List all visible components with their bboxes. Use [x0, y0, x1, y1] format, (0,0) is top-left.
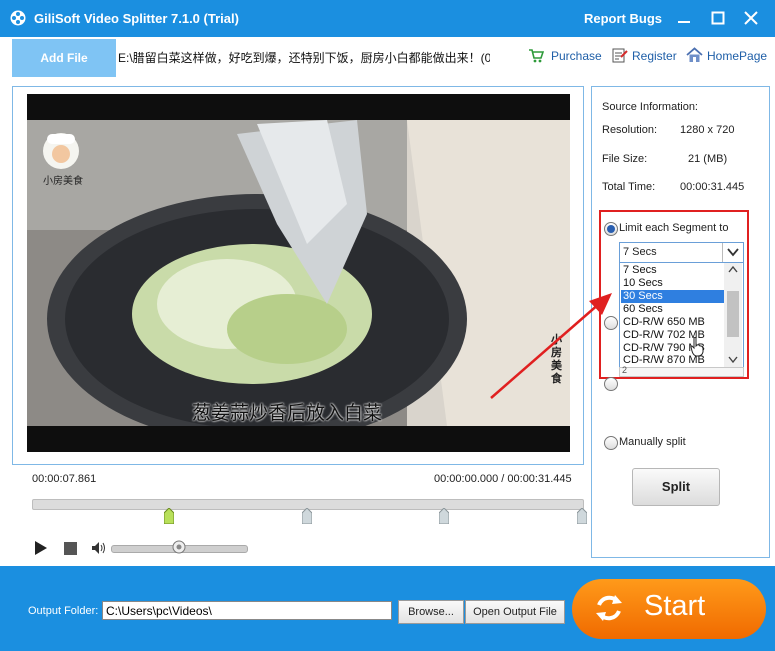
timeline-split-marker[interactable]: [439, 508, 449, 524]
purchase-link[interactable]: Purchase: [551, 49, 602, 63]
hidden-field[interactable]: 2: [619, 365, 744, 377]
title-bar: GiliSoft Video Splitter 7.1.0 (Trial) Re…: [0, 0, 775, 37]
range-time: 00:00:00.000 / 00:00:31.445: [434, 473, 572, 485]
bottom-bar: Output Folder: Browse... Open Output Fil…: [0, 566, 775, 651]
segment-options-list: 7 Secs 10 Secs 30 Secs 60 Secs CD-R/W 65…: [619, 262, 744, 368]
close-icon[interactable]: [739, 6, 763, 30]
app-title: GiliSoft Video Splitter 7.1.0 (Trial): [34, 11, 239, 26]
play-icon[interactable]: [34, 540, 48, 556]
timeline-split-marker[interactable]: [577, 508, 587, 524]
minimize-icon[interactable]: [672, 6, 696, 30]
register-icon[interactable]: [612, 48, 628, 63]
output-folder-input[interactable]: [102, 601, 392, 620]
option-cd-870[interactable]: CD-R/W 870 MB: [621, 354, 726, 366]
stop-icon[interactable]: [64, 542, 77, 555]
add-file-button[interactable]: Add File: [12, 39, 116, 77]
annotation-arrow: [490, 293, 612, 399]
option-10-secs[interactable]: 10 Secs: [621, 277, 726, 290]
timeline-split-marker[interactable]: [302, 508, 312, 524]
cart-icon[interactable]: [528, 48, 544, 63]
scroll-down-icon[interactable]: [728, 356, 738, 363]
home-icon[interactable]: [686, 47, 703, 63]
timeline-playhead-marker[interactable]: [164, 508, 174, 524]
filesize-value: 21 (MB): [688, 153, 728, 165]
cursor-hand-icon: [690, 337, 704, 357]
segment-length-select[interactable]: 7 Secs: [619, 242, 744, 263]
totaltime-value: 00:00:31.445: [680, 181, 745, 193]
video-subtitle: 葱姜蒜炒香后放入白菜: [192, 403, 383, 424]
video-preview-panel: 小房美食 小房美食 葱姜蒜炒香后放入白菜: [12, 86, 584, 465]
segment-length-value: 7 Secs: [623, 246, 657, 258]
current-time: 00:00:07.861: [32, 473, 97, 485]
manual-split-label: Manually split: [619, 436, 686, 448]
resolution-value: 1280 x 720: [680, 124, 735, 136]
browse-button[interactable]: Browse...: [398, 600, 464, 624]
hidden-field-text: 2: [622, 365, 628, 375]
option-cd-650[interactable]: CD-R/W 650 MB: [621, 316, 726, 329]
option-30-secs[interactable]: 30 Secs: [621, 290, 726, 303]
source-info-heading: Source Information:: [602, 101, 698, 113]
resolution-label: Resolution:: [602, 124, 658, 136]
split-button[interactable]: Split: [632, 468, 720, 506]
start-label: Start: [644, 590, 706, 622]
open-output-button[interactable]: Open Output File: [465, 600, 565, 624]
film-reel-icon: [10, 10, 26, 26]
dropdown-scrollbar[interactable]: [724, 263, 742, 367]
option-7-secs[interactable]: 7 Secs: [621, 264, 726, 277]
totaltime-label: Total Time:: [602, 181, 656, 193]
select-arrow-button[interactable]: [722, 243, 743, 262]
start-button[interactable]: Start: [572, 579, 766, 639]
limit-segment-label: Limit each Segment to: [619, 222, 729, 234]
register-link[interactable]: Register: [632, 49, 677, 63]
maximize-icon[interactable]: [706, 6, 730, 30]
limit-segment-radio[interactable]: [604, 222, 618, 236]
volume-icon[interactable]: [91, 541, 106, 555]
file-path-label: E:\腊留白菜这样做，好吃到爆，还特别下饭，厨房小白都能做出来！(00003: [118, 51, 490, 65]
chevron-down-icon: [727, 248, 739, 257]
scroll-thumb[interactable]: [727, 291, 739, 337]
option-cd-702[interactable]: CD-R/W 702 MB: [621, 329, 726, 342]
homepage-link[interactable]: HomePage: [707, 49, 767, 63]
main-area: Add File E:\腊留白菜这样做，好吃到爆，还特别下饭，厨房小白都能做出来…: [0, 37, 775, 566]
option-60-secs[interactable]: 60 Secs: [621, 303, 726, 316]
report-bugs-link[interactable]: Report Bugs: [584, 11, 662, 26]
video-logo-text: 小房美食: [43, 176, 83, 187]
manual-split-radio[interactable]: [604, 436, 618, 450]
refresh-icon: [596, 595, 622, 621]
scroll-up-icon[interactable]: [728, 266, 738, 273]
volume-knob[interactable]: [172, 540, 186, 554]
filesize-label: File Size:: [602, 153, 648, 165]
output-folder-label: Output Folder:: [28, 605, 99, 617]
